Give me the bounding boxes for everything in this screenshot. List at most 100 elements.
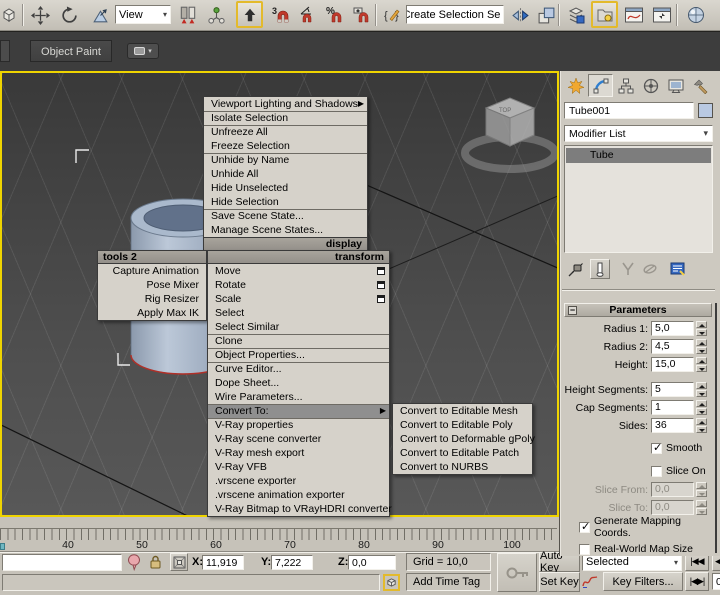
keyboard-shortcut-override-toggle[interactable] [236, 1, 263, 28]
rollout-scroll-strip[interactable] [715, 303, 717, 553]
menu-item[interactable]: Clone [208, 334, 389, 348]
smooth-checkbox[interactable] [651, 443, 662, 454]
stack-item-tube[interactable]: Tube [566, 148, 711, 163]
coord-x-input[interactable] [206, 557, 240, 569]
key-mode-toggle[interactable]: |◀▶| [685, 572, 709, 591]
menu-item[interactable]: Unfreeze All [204, 125, 367, 139]
tab-create[interactable] [563, 74, 588, 97]
menu-item-convert-to[interactable]: Convert To:▶ [208, 404, 389, 418]
select-and-rotate-button[interactable] [56, 2, 82, 28]
coord-y-input[interactable] [275, 557, 309, 569]
menu-item[interactable]: Isolate Selection [204, 111, 367, 125]
generate-mapping-coords-checkbox[interactable] [579, 522, 590, 533]
align-button[interactable] [533, 2, 559, 28]
height-field[interactable]: 15,0 [651, 357, 694, 372]
scene-explorer-toggle[interactable] [591, 1, 618, 28]
menu-item[interactable]: Move [208, 264, 389, 278]
menu-item[interactable]: V-Ray Bitmap to VRayHDRI converter [208, 502, 389, 516]
sides-spinner[interactable] [696, 418, 707, 433]
default-in-out-tangents-button[interactable] [582, 574, 600, 590]
ribbon-flyout-button[interactable]: ▾ [127, 43, 159, 59]
generate-mapping-coords-row[interactable]: Generate Mapping Coords. [579, 520, 720, 534]
reference-coordinate-system-dropdown[interactable]: View ▾ [115, 5, 171, 24]
pin-stack-button[interactable] [567, 261, 584, 281]
menu-item[interactable]: Convert to Editable Poly [393, 418, 532, 432]
coord-z-input[interactable] [352, 557, 392, 569]
percent-snap-toggle-button[interactable]: % [322, 2, 348, 28]
height-spinner[interactable] [696, 357, 707, 372]
time-tag-cube-toggle[interactable] [383, 574, 400, 591]
time-slider-edge[interactable] [0, 543, 5, 550]
menu-item[interactable]: Scale [208, 292, 389, 306]
slice-to-field[interactable]: 0,0 [651, 500, 694, 515]
radius1-field[interactable]: 5,0 [651, 321, 694, 336]
smooth-checkbox-row[interactable]: Smooth [651, 441, 702, 455]
tab-object-paint[interactable]: Object Paint [30, 40, 112, 62]
material-editor-button[interactable] [683, 2, 709, 28]
collapse-icon[interactable]: − [568, 306, 577, 315]
mirror-button[interactable] [507, 2, 533, 28]
slice-on-checkbox[interactable] [651, 466, 662, 477]
ribbon-tab-sliver[interactable] [0, 40, 10, 62]
menu-item[interactable]: Manage Scene States... [204, 223, 367, 237]
make-unique-button[interactable] [620, 261, 636, 280]
set-keys-button[interactable] [497, 553, 537, 592]
select-and-move-button[interactable] [27, 2, 53, 28]
object-name-input[interactable] [569, 105, 689, 117]
tab-utilities[interactable] [688, 74, 713, 97]
select-and-place-button[interactable] [0, 2, 22, 28]
menu-item[interactable]: Dope Sheet... [208, 376, 389, 390]
menu-item[interactable]: Rotate [208, 278, 389, 292]
menu-item[interactable]: Freeze Selection [204, 139, 367, 153]
menu-item[interactable]: Convert to NURBS [393, 460, 532, 474]
current-frame-field[interactable] [712, 573, 720, 590]
real-world-map-size-row[interactable]: Real-World Map Size [579, 542, 693, 556]
parameters-rollout-header[interactable]: − Parameters [564, 303, 712, 317]
menu-item[interactable]: Convert to Editable Patch [393, 446, 532, 460]
selection-lock-toggle[interactable] [149, 554, 164, 570]
height-segments-spinner[interactable] [696, 382, 707, 397]
slice-from-spinner[interactable] [696, 482, 707, 497]
menu-item[interactable]: Curve Editor... [208, 362, 389, 376]
communicate-balloon-icon[interactable] [127, 553, 143, 571]
menu-item[interactable]: Hide Unselected [204, 181, 367, 195]
menu-item[interactable]: Save Scene State... [204, 209, 367, 223]
current-frame-input[interactable] [716, 576, 720, 588]
height-segments-field[interactable]: 5 [651, 382, 694, 397]
menu-item[interactable]: Hide Selection [204, 195, 367, 209]
menu-item[interactable]: .vrscene exporter [208, 474, 389, 488]
menu-item[interactable]: Select [208, 306, 389, 320]
menu-item[interactable]: V-Ray scene converter [208, 432, 389, 446]
slice-from-field[interactable]: 0,0 [651, 482, 694, 497]
show-end-result-toggle[interactable] [590, 259, 610, 279]
use-pivot-point-center-button[interactable] [175, 2, 201, 28]
real-world-map-size-checkbox[interactable] [579, 544, 590, 555]
radius2-spinner[interactable] [696, 339, 707, 354]
viewcube[interactable]: TOP [465, 98, 555, 169]
tab-modify[interactable] [588, 74, 613, 97]
cap-segments-field[interactable]: 1 [651, 400, 694, 415]
cap-segments-spinner[interactable] [696, 400, 707, 415]
object-color-swatch[interactable] [698, 103, 713, 118]
add-time-tag[interactable]: Add Time Tag [406, 573, 491, 591]
slice-on-checkbox-row[interactable]: Slice On [651, 464, 706, 478]
menu-item[interactable]: Wire Parameters... [208, 390, 389, 404]
tab-display[interactable] [663, 74, 688, 97]
modifier-stack[interactable]: Tube [564, 145, 713, 253]
menu-item[interactable]: Rig Resizer [98, 292, 206, 306]
select-and-manipulate-button[interactable] [203, 2, 229, 28]
angle-snap-toggle-button[interactable] [295, 2, 321, 28]
configure-modifier-sets-button[interactable] [670, 261, 687, 280]
object-name-field[interactable] [564, 102, 694, 119]
coord-y-field[interactable] [271, 555, 313, 570]
menu-item[interactable]: V-Ray mesh export [208, 446, 389, 460]
modifier-list-dropdown[interactable]: Modifier List ▾ [564, 125, 713, 142]
settings-box-icon[interactable] [377, 295, 385, 303]
menu-item[interactable]: Apply Max IK [98, 306, 206, 320]
menu-item[interactable]: V-Ray properties [208, 418, 389, 432]
slice-to-spinner[interactable] [696, 500, 707, 515]
menu-item[interactable]: Convert to Editable Mesh [393, 404, 532, 418]
coord-z-field[interactable] [348, 555, 396, 570]
menu-item[interactable]: Capture Animation [98, 264, 206, 278]
sides-field[interactable]: 36 [651, 418, 694, 433]
